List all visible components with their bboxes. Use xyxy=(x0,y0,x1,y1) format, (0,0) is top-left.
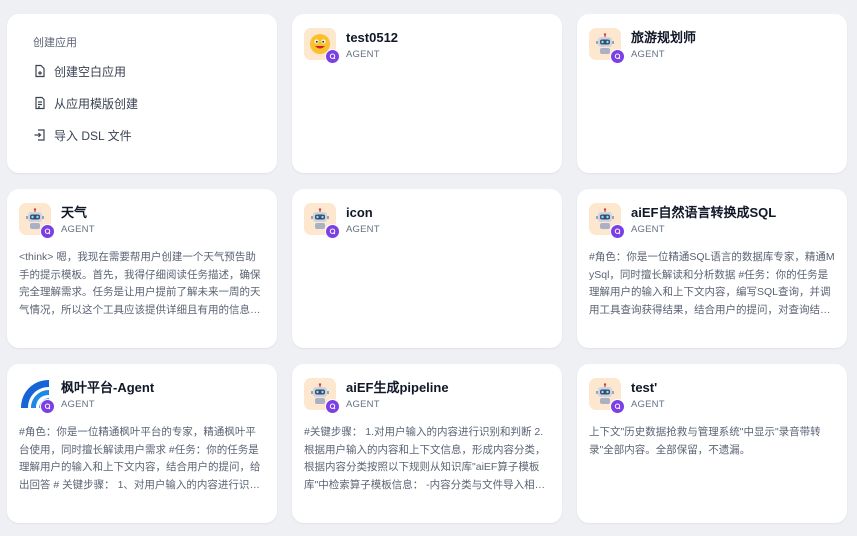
create-app-card: 创建应用 创建空白应用 从应用模版创建 导入 DSL 文件 xyxy=(7,14,277,173)
app-card-icon[interactable]: icon AGENT xyxy=(292,189,562,348)
app-name: aiEF自然语言转换成SQL xyxy=(631,205,777,220)
import-dsl-label: 导入 DSL 文件 xyxy=(54,128,132,143)
app-description: #角色：你是一位精通SQL语言的数据库专家，精通MySql，同时擅长解读和分析数… xyxy=(589,251,835,316)
app-type: AGENT xyxy=(61,399,95,410)
app-card-aief-pipeline[interactable]: aiEF生成pipeline AGENT #关键步骤： 1.对用户输入的内容进行… xyxy=(292,364,562,523)
app-card-test-quote[interactable]: test' AGENT 上下文"历史数据抢救与管理系统"中显示"录音带转录"全部… xyxy=(577,364,847,523)
app-avatar xyxy=(589,378,625,414)
app-type: AGENT xyxy=(631,224,665,235)
create-blank-app-button[interactable]: 创建空白应用 xyxy=(33,60,277,82)
app-description: 上下文"历史数据抢救与管理系统"中显示"录音带转录"全部内容。全部保留，不遗漏。 xyxy=(589,426,821,456)
app-avatar xyxy=(589,203,625,239)
app-grid: 创建应用 创建空白应用 从应用模版创建 导入 DSL 文件 test0512 A… xyxy=(0,0,857,536)
agent-badge-icon xyxy=(610,49,625,64)
app-type: AGENT xyxy=(631,399,665,410)
app-description: #关键步骤： 1.对用户输入的内容进行识别和判断 2.根据用户输入的内容和上下文… xyxy=(304,426,546,491)
app-card-maple-agent[interactable]: 枫叶平台-Agent AGENT #角色：你是一位精通枫叶平台的专家，精通枫叶平… xyxy=(7,364,277,523)
app-avatar xyxy=(589,28,625,64)
app-card-weather[interactable]: 天气 AGENT <think> 嗯，我现在需要帮用户创建一个天气预告助手的提示… xyxy=(7,189,277,348)
app-description: #角色：你是一位精通枫叶平台的专家，精通枫叶平台使用，同时擅长解读用户需求 #任… xyxy=(19,426,261,491)
agent-badge-icon xyxy=(325,224,340,239)
template-icon xyxy=(33,96,47,110)
agent-badge-icon xyxy=(610,224,625,239)
agent-badge-icon xyxy=(40,224,55,239)
app-avatar xyxy=(304,378,340,414)
app-type: AGENT xyxy=(346,49,380,60)
app-avatar xyxy=(304,203,340,239)
app-name: icon xyxy=(346,205,373,220)
agent-badge-icon xyxy=(610,399,625,414)
app-card-aief-nl2sql[interactable]: aiEF自然语言转换成SQL AGENT #角色：你是一位精通SQL语言的数据库… xyxy=(577,189,847,348)
app-avatar xyxy=(19,378,55,414)
create-app-title: 创建应用 xyxy=(33,37,77,49)
app-avatar xyxy=(19,203,55,239)
app-avatar xyxy=(304,28,340,64)
app-name: 天气 xyxy=(61,205,88,220)
create-blank-app-label: 创建空白应用 xyxy=(54,64,127,79)
import-dsl-button[interactable]: 导入 DSL 文件 xyxy=(33,124,277,146)
app-type: AGENT xyxy=(631,49,665,60)
app-name: aiEF生成pipeline xyxy=(346,380,449,395)
app-card-test0512[interactable]: test0512 AGENT xyxy=(292,14,562,173)
create-from-template-label: 从应用模版创建 xyxy=(54,96,139,111)
agent-badge-icon xyxy=(40,399,55,414)
app-type: AGENT xyxy=(346,224,380,235)
file-plus-icon xyxy=(33,64,47,78)
app-type: AGENT xyxy=(61,224,95,235)
app-name: 旅游规划师 xyxy=(631,30,697,45)
app-name: test' xyxy=(631,380,658,395)
app-type: AGENT xyxy=(346,399,380,410)
import-icon xyxy=(33,128,47,142)
app-name: test0512 xyxy=(346,30,399,45)
agent-badge-icon xyxy=(325,399,340,414)
app-card-travel-planner[interactable]: 旅游规划师 AGENT xyxy=(577,14,847,173)
create-from-template-button[interactable]: 从应用模版创建 xyxy=(33,92,277,114)
app-description: <think> 嗯，我现在需要帮用户创建一个天气预告助手的提示模板。首先，我得仔… xyxy=(19,251,261,316)
app-name: 枫叶平台-Agent xyxy=(61,380,155,395)
agent-badge-icon xyxy=(325,49,340,64)
